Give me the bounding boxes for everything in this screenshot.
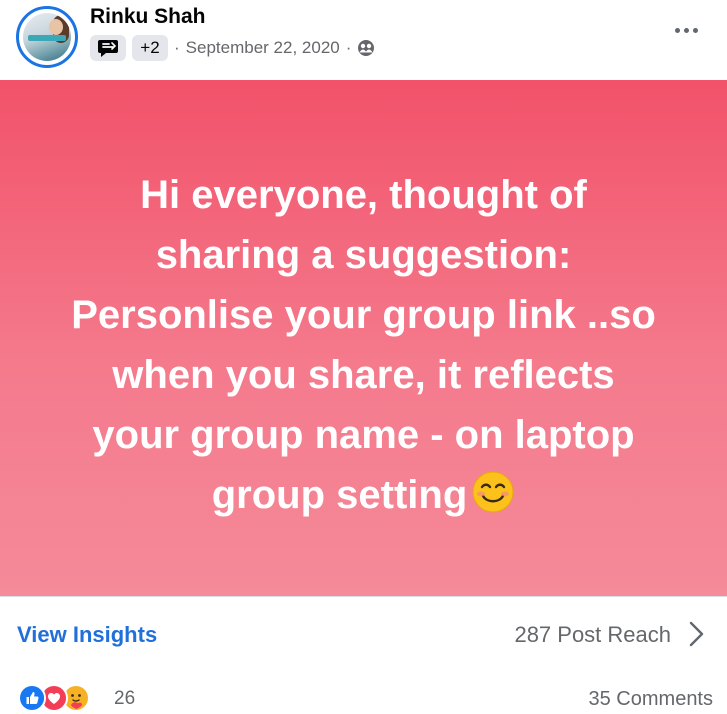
dot-1 (674, 27, 680, 33)
separator-dot: · (174, 38, 180, 57)
comments-count[interactable]: 35 Comments (589, 688, 714, 711)
avatar-banner (28, 35, 66, 41)
smiling-face-icon (472, 471, 514, 513)
post-text: Hi everyone, thought of sharing a sugges… (24, 151, 704, 525)
author-name[interactable]: Rinku Shah (90, 5, 206, 29)
dot-3 (692, 27, 698, 33)
extra-badges-count[interactable]: +2 (132, 35, 168, 61)
avatar-face (49, 19, 63, 35)
engagement-row: 26 35 Comments (0, 680, 727, 714)
separator-dot: · (345, 38, 352, 57)
post-background-text: Hi everyone, thought of sharing a sugges… (0, 80, 727, 596)
reaction-icons[interactable] (18, 684, 108, 712)
like-icon-graphic (20, 686, 44, 710)
chevron-right-icon[interactable] (684, 620, 708, 648)
conversation-starter-icon (98, 40, 118, 57)
like-icon (18, 684, 46, 712)
dot-2 (683, 27, 689, 33)
view-insights-link[interactable]: View Insights (17, 622, 157, 648)
post-meta: +2 · September 22, 2020 · (90, 35, 375, 61)
post-text-line: when you share, it reflects (112, 353, 615, 397)
reaction-count[interactable]: 26 (114, 688, 135, 710)
post-text-line-last: group setting (24, 465, 704, 525)
author-avatar[interactable] (16, 6, 78, 68)
post-text-line: Hi everyone, thought of (140, 173, 587, 217)
post-text-line: your group name - on laptop (92, 413, 635, 457)
post-text-line: sharing a suggestion: (155, 233, 572, 277)
post-text-line: Personlise your group link ..so (71, 293, 656, 337)
post-reach[interactable]: 287 Post Reach (514, 622, 671, 648)
post-header: Rinku Shah +2 · September 22, 2020 · (0, 0, 727, 80)
avatar-image (23, 13, 71, 61)
post-text-line: group setting (211, 473, 468, 517)
insights-row[interactable]: View Insights 287 Post Reach (0, 610, 727, 658)
post-date[interactable]: September 22, 2020 (186, 38, 340, 58)
section-divider (0, 596, 727, 597)
group-badge[interactable] (90, 35, 126, 61)
members-icon (358, 40, 375, 56)
more-options-icon[interactable] (668, 18, 704, 42)
